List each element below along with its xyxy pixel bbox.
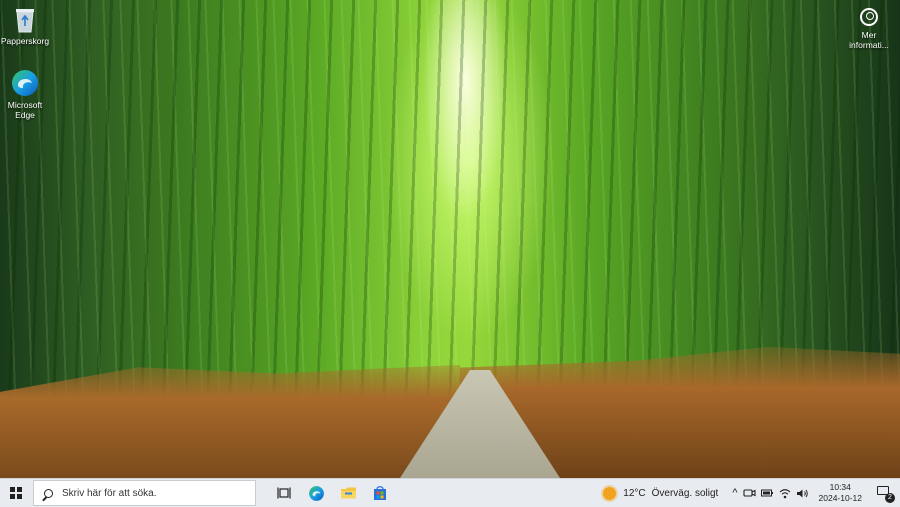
- clock-date: 2024-10-12: [818, 493, 862, 503]
- weather-widget[interactable]: 12°C Överväg. soligt: [603, 486, 719, 500]
- search-placeholder: Skriv här för att söka.: [62, 487, 157, 499]
- clock[interactable]: 10:34 2024-10-12: [819, 482, 862, 504]
- taskbar-store-button[interactable]: [364, 479, 396, 507]
- edge-icon: [12, 70, 38, 96]
- clock-time: 10:34: [829, 482, 851, 492]
- more-info-label: Mer informati...: [849, 30, 889, 50]
- volume-icon[interactable]: [796, 488, 809, 499]
- taskbar-edge-button[interactable]: [300, 479, 332, 507]
- weather-temp: 12°C: [623, 487, 646, 499]
- recycle-bin-icon: [16, 9, 34, 33]
- notification-count: 2: [885, 493, 895, 503]
- sun-icon: [603, 486, 617, 500]
- desktop-icon-label: Papperskorg: [0, 36, 50, 46]
- info-person-icon: [860, 8, 878, 26]
- desktop-icon-recycle-bin[interactable]: Papperskorg: [0, 6, 50, 46]
- edge-icon: [308, 485, 324, 501]
- taskbar-file-explorer-button[interactable]: [332, 479, 364, 507]
- system-tray: ^: [732, 487, 808, 499]
- start-button[interactable]: [0, 479, 32, 507]
- store-icon: [374, 486, 386, 500]
- show-hidden-icons-chevron[interactable]: ^: [732, 487, 737, 499]
- battery-icon[interactable]: [760, 488, 774, 498]
- meet-now-icon[interactable]: [742, 487, 756, 499]
- desktop-icon-edge[interactable]: Microsoft Edge: [0, 68, 50, 120]
- task-view-button[interactable]: [268, 479, 300, 507]
- notification-center-button[interactable]: 2: [876, 483, 895, 503]
- search-box[interactable]: Skriv här för att söka.: [33, 480, 256, 506]
- folder-icon: [340, 487, 356, 499]
- search-icon: [44, 488, 53, 498]
- desktop-wallpaper: Papperskorg Microsoft Edge Mer informati…: [0, 0, 900, 478]
- task-view-icon: [277, 487, 291, 499]
- network-icon[interactable]: [779, 488, 791, 499]
- desktop-icon-label: Microsoft Edge: [7, 100, 43, 120]
- more-info-button[interactable]: Mer informati...: [844, 8, 894, 50]
- windows-logo-icon: [10, 487, 22, 499]
- taskbar: Skriv här för att söka. 12°C Överväg. so…: [0, 478, 900, 507]
- weather-condition: Överväg. soligt: [651, 487, 719, 499]
